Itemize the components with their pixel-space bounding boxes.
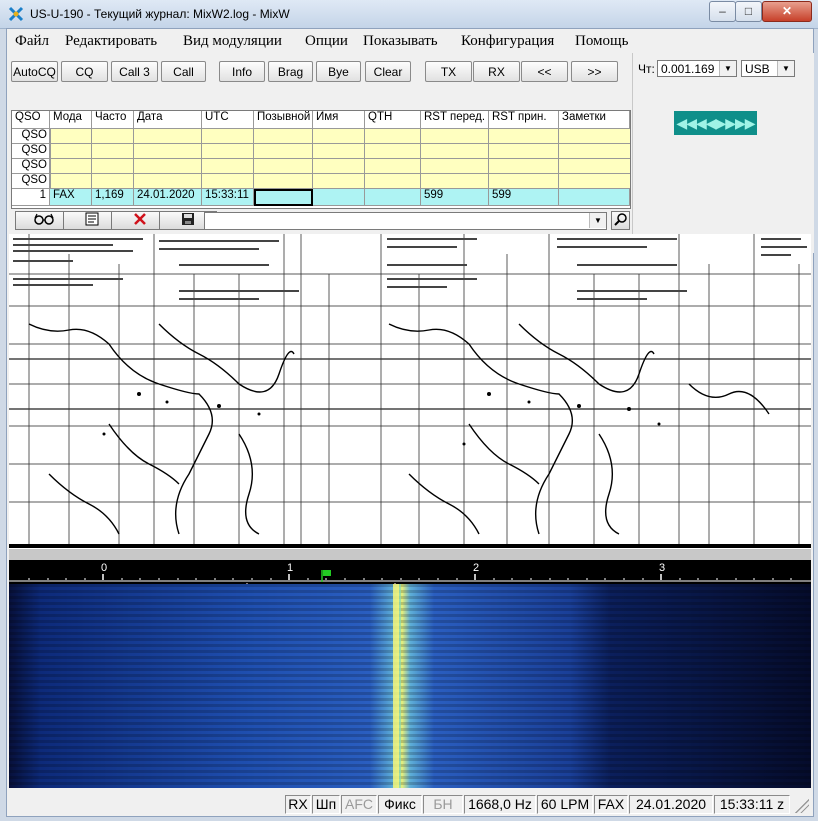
fax-image-area[interactable] [9, 234, 811, 548]
table-row[interactable]: QSO [12, 159, 50, 174]
status-time: 15:33:11 z [714, 795, 790, 814]
main-window: Файл Редактировать Вид модуляции Опции П… [6, 28, 814, 817]
header-qth: QTH [365, 111, 421, 129]
header-frequency: Часто [92, 111, 134, 129]
name-input[interactable] [313, 189, 365, 206]
qth-input[interactable] [365, 189, 421, 206]
menu-help[interactable]: Помощь [575, 33, 628, 50]
history-cells [50, 129, 630, 189]
status-lpm[interactable]: 60 LPM [537, 795, 593, 814]
chevron-down-icon[interactable]: ▼ [589, 213, 606, 228]
next-button[interactable]: >> [571, 61, 618, 82]
mixw-app-icon [8, 6, 24, 22]
scale-label-2: 2 [473, 562, 480, 574]
search-button[interactable] [611, 211, 630, 230]
frequency-value: 0.001.169 [661, 62, 715, 76]
close-button[interactable]: ✕ [762, 1, 812, 22]
menu-bar: Файл Редактировать Вид модуляции Опции П… [7, 29, 813, 54]
call3-button[interactable]: Call 3 [111, 61, 158, 82]
cq-button[interactable]: CQ [61, 61, 108, 82]
status-frequency: 1668,0 Hz [464, 795, 536, 814]
status-bn[interactable]: БН [423, 795, 463, 814]
header-mode: Мода [50, 111, 92, 129]
scale-label-3: 3 [659, 562, 666, 574]
rst-received-input[interactable]: 599 [489, 189, 559, 206]
menu-mode[interactable]: Вид модуляции [183, 33, 282, 50]
frequency-select[interactable]: 0.001.169 ▼ [657, 60, 737, 77]
status-fix[interactable]: Фикс [378, 795, 422, 814]
delete-icon [134, 213, 146, 225]
bye-button[interactable]: Bye [316, 61, 361, 82]
scale-label-0: 0 [101, 562, 108, 574]
call-button[interactable]: Call [161, 61, 206, 82]
scale-label-1: 1 [287, 562, 294, 574]
clear-button[interactable]: Clear [365, 61, 411, 82]
header-utc: UTC [202, 111, 254, 129]
header-notes: Заметки [559, 111, 630, 129]
frequency-panel: Чт: 0.001.169 ▼ USB ▼ ◀◀◀◀▶▶▶▶ [632, 53, 814, 253]
info-button[interactable]: Info [219, 61, 265, 82]
save-icon [182, 213, 194, 225]
frequency-label: Чт: [638, 62, 655, 76]
brag-button[interactable]: Brag [268, 61, 313, 82]
tx-button[interactable]: TX [425, 61, 472, 82]
menu-options[interactable]: Опции [305, 33, 348, 50]
notepad-icon [85, 212, 99, 226]
status-mode[interactable]: FAX [594, 795, 628, 814]
signal-trace [393, 584, 399, 788]
window-title: US-U-190 - Текущий журнал: MixW2.log - M… [30, 7, 290, 21]
chevron-down-icon[interactable]: ▼ [719, 61, 736, 76]
current-qso-number: 1 [12, 189, 50, 206]
header-qso: QSO [12, 111, 50, 129]
current-frequency[interactable]: 1,169 [92, 189, 134, 206]
autocq-button[interactable]: AutoCQ [11, 61, 58, 82]
maximize-button[interactable]: □ [735, 1, 762, 22]
log-search-input[interactable]: ▼ [204, 212, 607, 230]
table-row[interactable]: QSO [12, 129, 50, 144]
mode-value: USB [745, 62, 770, 76]
chevron-down-icon[interactable]: ▼ [777, 61, 794, 76]
resize-grip-icon[interactable] [795, 799, 809, 813]
header-callsign: Позывной [254, 111, 313, 129]
notes-input[interactable] [559, 189, 630, 206]
menu-file[interactable]: Файл [15, 33, 49, 50]
header-rst-sent: RST перед. [421, 111, 489, 129]
prev-button[interactable]: << [521, 61, 568, 82]
status-rx[interactable]: RX [285, 795, 311, 814]
menu-view[interactable]: Показывать [363, 33, 438, 50]
menu-edit[interactable]: Редактировать [65, 33, 157, 50]
status-date: 24.01.2020 [629, 795, 713, 814]
status-squelch[interactable]: Шп [312, 795, 340, 814]
glasses-icon [34, 213, 54, 225]
table-row[interactable]: QSO [12, 174, 50, 189]
minimize-button[interactable]: – [709, 1, 736, 22]
log-table: QSO Мода Часто Дата UTC Позывной Имя QTH… [11, 110, 631, 209]
header-date: Дата [134, 111, 202, 129]
status-bar: RX Шп AFC Фикс БН 1668,0 Hz 60 LPM FAX 2… [7, 793, 813, 816]
menu-configuration[interactable]: Конфигурация [461, 33, 554, 50]
waterfall-display[interactable]: 0 1 2 3 [9, 560, 811, 788]
fax-map-image [9, 234, 811, 548]
title-bar: US-U-190 - Текущий журнал: MixW2.log - M… [0, 0, 818, 29]
header-rst-received: RST прин. [489, 111, 559, 129]
search-icon [613, 213, 627, 226]
tuner-arrows-button[interactable]: ◀◀◀◀▶▶▶▶ [674, 111, 757, 135]
header-name: Имя [313, 111, 365, 129]
rst-sent-input[interactable]: 599 [421, 189, 489, 206]
current-mode[interactable]: FAX [50, 189, 92, 206]
status-afc[interactable]: AFC [341, 795, 377, 814]
mode-select[interactable]: USB ▼ [741, 60, 795, 77]
table-row[interactable]: QSO [12, 144, 50, 159]
waterfall-svg [9, 560, 811, 788]
callsign-input[interactable] [254, 189, 313, 206]
current-date[interactable]: 24.01.2020 [134, 189, 202, 206]
current-utc[interactable]: 15:33:11 [202, 189, 254, 206]
rx-button[interactable]: RX [473, 61, 520, 82]
